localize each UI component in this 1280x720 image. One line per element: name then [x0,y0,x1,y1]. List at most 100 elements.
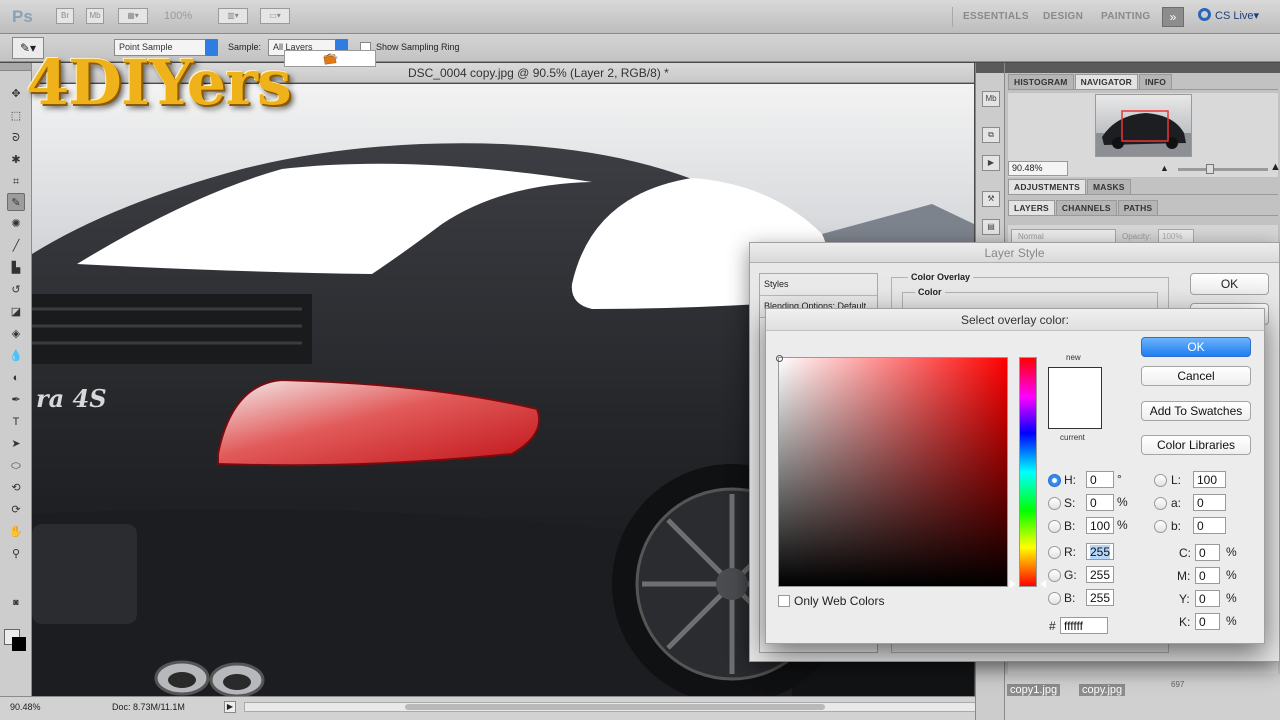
tab-navigator[interactable]: NAVIGATOR [1074,74,1138,89]
quick-mask-icon[interactable]: ◙ [7,593,25,611]
tool-presets-panel-icon[interactable]: ⚒ [982,191,1000,207]
cyan-field[interactable]: 0 [1195,544,1220,561]
brushes-panel-icon[interactable]: ▤ [982,219,1000,235]
sample-size-select[interactable]: Point Sample [114,39,218,56]
bridge-icon[interactable]: Br [56,8,74,24]
brightness-radio[interactable] [1048,520,1061,533]
status-zoom[interactable]: 90.48% [10,702,41,712]
saturation-field[interactable]: 0 [1086,494,1114,511]
document-tab[interactable]: DSC_0004 copy.jpg @ 90.5% (Layer 2, RGB/… [32,63,974,83]
red-field[interactable]: 255 [1086,543,1114,560]
hex-field[interactable]: ffffff [1060,617,1108,634]
green-field[interactable]: 255 [1086,566,1114,583]
status-menu-arrow-icon[interactable]: ▶ [224,701,236,713]
3d-orbit-tool-icon[interactable]: ⟳ [7,501,25,519]
saturation-brightness-field[interactable] [776,355,1008,587]
eraser-tool-icon[interactable]: ◪ [7,303,25,321]
crop-tool-icon[interactable]: ⌗ [7,173,25,191]
hue-field[interactable]: 0 [1086,471,1114,488]
panel-dock-header[interactable] [1005,63,1280,73]
brightness-field[interactable]: 100 [1086,517,1114,534]
color-field-marker[interactable] [776,355,783,362]
blue-radio[interactable] [1048,592,1061,605]
lightness-field[interactable]: 100 [1193,471,1226,488]
navigator-zoom-slider-knob[interactable] [1206,164,1214,174]
horizontal-scrollbar[interactable] [244,702,1004,712]
path-selection-tool-icon[interactable]: ➤ [7,435,25,453]
blur-tool-icon[interactable]: 💧 [7,347,25,365]
scrollbar-thumb[interactable] [405,704,825,710]
history-brush-tool-icon[interactable]: ↺ [7,281,25,299]
only-web-colors-checkbox[interactable] [778,595,790,607]
eyedropper-tool-icon[interactable]: ✎ [7,193,25,211]
tab-layers[interactable]: LAYERS [1008,200,1055,215]
tab-info[interactable]: INFO [1138,74,1173,89]
layer-name-partial-1[interactable]: copy1.jpg [1007,684,1061,696]
dodge-tool-icon[interactable]: ◐ [7,369,25,387]
a-channel-radio[interactable] [1154,497,1167,510]
brush-tool-icon[interactable]: ╱ [7,237,25,255]
add-to-swatches-button[interactable]: Add To Swatches [1141,401,1251,421]
a-channel-field[interactable]: 0 [1193,494,1226,511]
marquee-tool-icon[interactable]: ⬚ [7,107,25,125]
workspace-painting[interactable]: PAINTING [1101,11,1150,22]
tab-adjustments[interactable]: ADJUSTMENTS [1008,179,1086,194]
zoom-tool-icon[interactable]: ⚲ [7,545,25,563]
hue-radio[interactable] [1048,474,1061,487]
zoom-in-icon[interactable]: ▲ [1270,161,1280,173]
navigator-zoom-field[interactable]: 90.48% [1008,161,1068,176]
background-color-swatch[interactable] [12,637,26,651]
screen-mode-icon[interactable]: ▭▾ [260,8,290,24]
show-sampling-ring-checkbox[interactable] [360,42,371,53]
hue-slider-right-arrow-icon[interactable] [1040,580,1046,588]
cs-live-menu[interactable]: CS Live▾ [1198,8,1259,22]
blue-field[interactable]: 255 [1086,589,1114,606]
type-tool-icon[interactable]: T [7,413,25,431]
tab-paths[interactable]: PATHS [1117,200,1159,215]
navigator-zoom-slider[interactable] [1178,168,1268,171]
more-workspaces-button[interactable]: » [1162,7,1184,27]
mini-bridge-panel-icon[interactable]: Mb [982,91,1000,107]
saturation-radio[interactable] [1048,497,1061,510]
mini-bridge-icon[interactable]: Mb [86,8,104,24]
paint-bucket-tool-icon[interactable]: ◈ [7,325,25,343]
sample-layers-select[interactable]: All Layers [268,39,348,56]
tab-histogram[interactable]: HISTOGRAM [1008,74,1074,89]
zoom-level-menu[interactable]: 100% [164,10,192,22]
hue-slider[interactable] [1019,357,1037,587]
quick-selection-tool-icon[interactable]: ✱ [7,151,25,169]
view-extras-icon[interactable]: ▦▾ [118,8,148,24]
eyedropper-preset-icon[interactable]: ✎▾ [12,37,44,59]
color-picker-ok-button[interactable]: OK [1141,337,1251,357]
panel-dock-header[interactable] [976,63,1004,73]
workspace-essentials[interactable]: ESSENTIALS [963,11,1029,22]
3d-rotate-tool-icon[interactable]: ⟲ [7,479,25,497]
b-channel-radio[interactable] [1154,520,1167,533]
navigator-thumbnail[interactable] [1095,94,1192,157]
lasso-tool-icon[interactable]: ᘐ [7,129,25,147]
hand-tool-icon[interactable]: ✋ [7,523,25,541]
layer-style-ok-button[interactable]: OK [1190,273,1269,295]
yellow-field[interactable]: 0 [1195,590,1220,607]
arrange-documents-icon[interactable]: ▥▾ [218,8,248,24]
black-field[interactable]: 0 [1195,613,1220,630]
magenta-field[interactable]: 0 [1195,567,1220,584]
lightness-radio[interactable] [1154,474,1167,487]
actions-panel-icon[interactable]: ▶ [982,155,1000,171]
hue-slider-left-arrow-icon[interactable] [1010,580,1016,588]
tab-channels[interactable]: CHANNELS [1055,200,1117,215]
clone-stamp-tool-icon[interactable]: ▙ [7,259,25,277]
color-picker-cancel-button[interactable]: Cancel [1141,366,1251,386]
healing-brush-tool-icon[interactable]: ✺ [7,215,25,233]
green-radio[interactable] [1048,569,1061,582]
tab-masks[interactable]: MASKS [1086,179,1131,194]
history-panel-icon[interactable]: ⧉ [982,127,1000,143]
pen-tool-icon[interactable]: ✒ [7,391,25,409]
zoom-out-icon[interactable]: ▲ [1160,163,1169,173]
b-channel-field[interactable]: 0 [1193,517,1226,534]
tools-panel-grip[interactable] [0,63,31,71]
shape-tool-icon[interactable]: ⬭ [7,457,25,475]
move-tool-icon[interactable]: ✥ [7,85,25,103]
color-libraries-button[interactable]: Color Libraries [1141,435,1251,455]
styles-list-item[interactable]: Styles [760,274,877,296]
